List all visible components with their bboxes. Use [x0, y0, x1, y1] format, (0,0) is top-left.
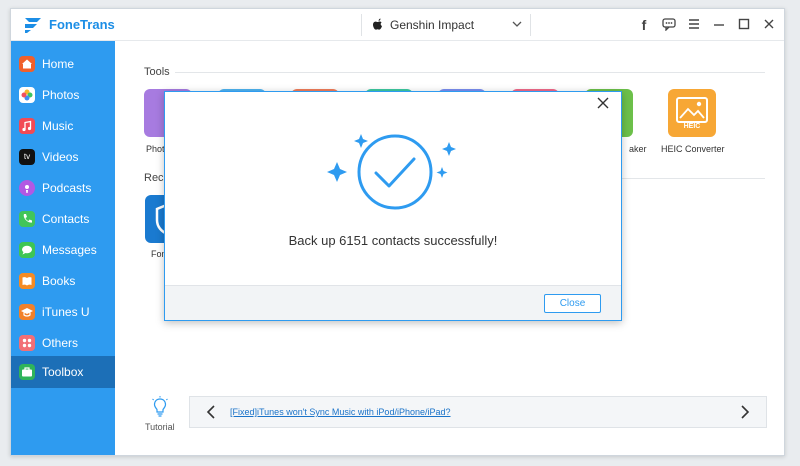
- chevron-left-icon[interactable]: [204, 404, 218, 420]
- sidebar: Home Photos Music tv Videos Podcasts Con…: [11, 41, 115, 455]
- app-name: FoneTrans: [49, 17, 115, 32]
- contacts-icon: [19, 211, 35, 227]
- tools-section-title: Tools: [144, 66, 170, 78]
- success-check-icon: [327, 134, 456, 210]
- sidebar-item-messages[interactable]: Messages: [11, 235, 115, 265]
- chat-icon[interactable]: [662, 17, 676, 33]
- sidebar-item-label: Home: [42, 57, 75, 71]
- photos-icon: [19, 87, 35, 103]
- minimize-icon[interactable]: [712, 17, 726, 33]
- tip-bar: [Fixed]iTunes won't Sync Music with iPod…: [189, 396, 767, 428]
- dialog-footer: Close: [165, 285, 621, 320]
- sidebar-item-music[interactable]: Music: [11, 111, 115, 141]
- fonetrans-logo-icon: [25, 18, 41, 33]
- itunes-u-icon: [19, 304, 35, 320]
- chevron-down-icon: [512, 21, 522, 27]
- title-bar: FoneTrans Genshin Impact f: [11, 9, 784, 41]
- close-icon[interactable]: [762, 17, 776, 33]
- toolbox-icon: [19, 364, 35, 380]
- sidebar-item-home[interactable]: Home: [11, 49, 115, 79]
- sidebar-item-photos[interactable]: Photos: [11, 80, 115, 110]
- sidebar-item-toolbox[interactable]: Toolbox: [11, 356, 115, 388]
- messages-icon: [19, 242, 35, 258]
- success-dialog: Back up 6151 contacts successfully! Clos…: [164, 91, 622, 321]
- sidebar-item-podcasts[interactable]: Podcasts: [11, 173, 115, 203]
- sidebar-item-label: Books: [42, 274, 76, 288]
- tip-link[interactable]: [Fixed]iTunes won't Sync Music with iPod…: [230, 407, 451, 417]
- sidebar-item-label: Others: [42, 336, 79, 350]
- lightbulb-icon[interactable]: [151, 396, 169, 418]
- device-name: Genshin Impact: [390, 18, 475, 32]
- podcasts-icon: [19, 180, 35, 196]
- tutorial-label: Tutorial: [145, 422, 175, 432]
- heic-badge: HEIC: [683, 123, 701, 130]
- others-icon: [19, 335, 35, 351]
- sidebar-item-others[interactable]: Others: [11, 328, 115, 358]
- sidebar-item-label: Contacts: [42, 212, 90, 226]
- sidebar-item-label: Toolbox: [42, 365, 84, 379]
- heic-converter-label: HEIC Converter: [661, 144, 725, 154]
- sidebar-item-label: Videos: [42, 150, 79, 164]
- success-message: Back up 6151 contacts successfully!: [288, 233, 498, 248]
- heic-converter-tool[interactable]: HEIC: [668, 89, 716, 137]
- sidebar-item-label: Podcasts: [42, 181, 92, 195]
- sidebar-item-label: Messages: [42, 243, 97, 257]
- books-icon: [19, 273, 35, 289]
- menu-icon[interactable]: [687, 17, 701, 33]
- sidebar-item-label: iTunes U: [42, 305, 90, 319]
- tv-icon: tv: [19, 149, 35, 165]
- tool-label: aker: [629, 144, 647, 154]
- sidebar-item-label: Photos: [42, 88, 80, 102]
- chevron-right-icon[interactable]: [738, 404, 752, 420]
- device-selector[interactable]: Genshin Impact: [361, 14, 531, 36]
- sidebar-item-label: Music: [42, 119, 74, 133]
- sidebar-item-itunes-u[interactable]: iTunes U: [11, 297, 115, 327]
- music-icon: [19, 118, 35, 134]
- facebook-icon[interactable]: f: [637, 17, 651, 33]
- home-icon: [19, 56, 35, 72]
- maximize-icon[interactable]: [737, 17, 751, 33]
- tools-divider: [175, 72, 765, 73]
- sidebar-item-books[interactable]: Books: [11, 266, 115, 296]
- window-controls: f: [637, 16, 776, 34]
- apple-icon: [373, 18, 382, 30]
- sidebar-item-contacts[interactable]: Contacts: [11, 204, 115, 234]
- sidebar-item-videos[interactable]: tv Videos: [11, 142, 115, 172]
- close-icon[interactable]: [595, 96, 611, 112]
- close-button[interactable]: Close: [544, 294, 601, 313]
